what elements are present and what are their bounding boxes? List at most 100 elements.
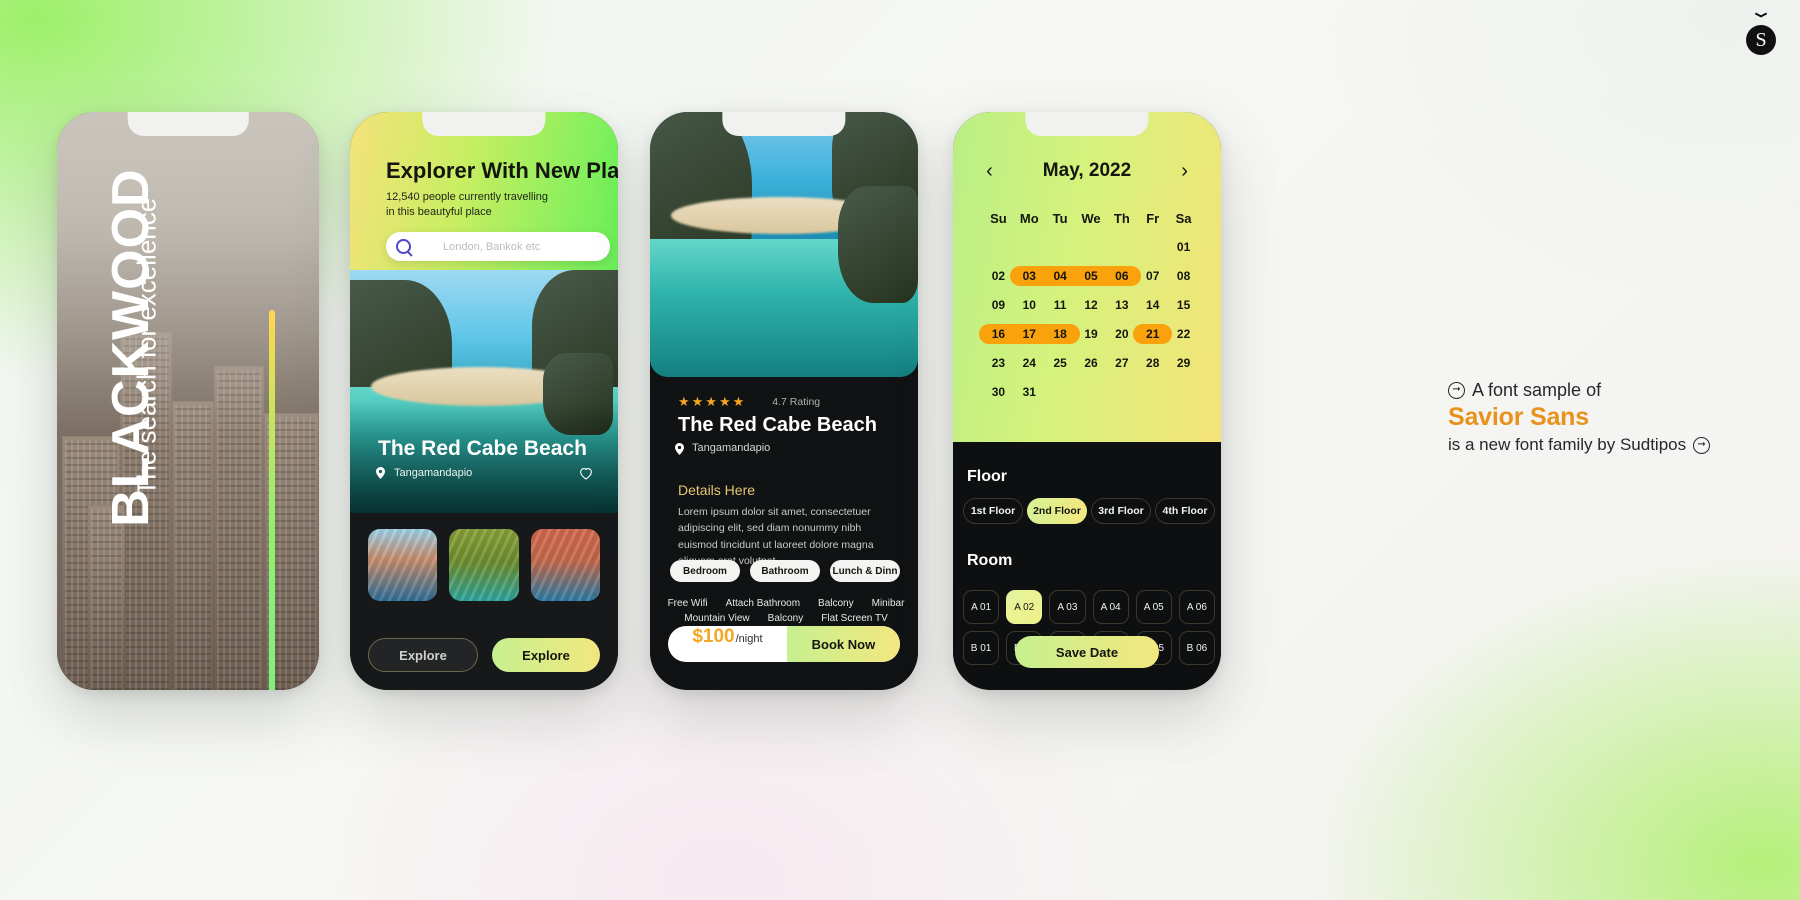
building (88, 505, 126, 690)
poster-canvas: S BLACKWOOD The search for excellence WW… (0, 0, 1800, 900)
room-option[interactable]: A 02 (1006, 590, 1043, 624)
calendar-week-row: 16 17 18 19 20 21 22 (979, 324, 1199, 344)
calendar-dow: Th (1113, 210, 1130, 226)
calendar-day[interactable]: 25 (1045, 353, 1076, 373)
calendar-day-empty (1168, 382, 1199, 402)
phone-notch (422, 112, 546, 136)
floor-heading: Floor (967, 468, 1007, 485)
calendar-week-row: 02 03 04 05 06 07 08 (983, 266, 1199, 286)
thumbnail-item[interactable] (368, 529, 438, 601)
calendar-day[interactable]: 31 (1014, 382, 1045, 402)
font-note-line1: ➞ A font sample of (1448, 380, 1768, 401)
calendar-day[interactable]: 10 (1014, 295, 1045, 315)
calendar-day[interactable]: 08 (1168, 266, 1199, 286)
explore-primary-button[interactable]: Explore (492, 638, 600, 672)
app-tagline: The search for excellence (131, 197, 162, 496)
calendar-day[interactable]: 09 (983, 295, 1014, 315)
font-sample-note: ➞ A font sample of Savior Sans is a new … (1448, 380, 1768, 455)
accent-bar (269, 310, 275, 690)
font-note-text3: is a new font family by Sudtipos (1448, 435, 1687, 454)
phone-booking-screen: ‹ May, 2022 › Su Mo Tu We Th Fr Sa 01 02 03 04 05 06… (953, 112, 1221, 690)
calendar-day[interactable]: 24 (1014, 353, 1045, 373)
explore-button-row: Explore Explore (368, 638, 600, 672)
price-book-bar: $100 /night Book Now (668, 626, 900, 662)
calendar-day-empty (1045, 237, 1076, 257)
calendar-day[interactable]: 11 (1045, 295, 1076, 315)
calendar-week-row: 09 10 11 12 13 14 15 (983, 295, 1199, 315)
calendar-day[interactable]: 16 (983, 324, 1014, 344)
detail-chip[interactable]: Lunch & Dinn (830, 560, 900, 582)
price-unit: /night (735, 633, 763, 645)
calendar-day[interactable]: 07 (1137, 266, 1168, 286)
calendar-day-empty (1106, 382, 1137, 402)
floor-option[interactable]: 1st Floor (963, 498, 1023, 524)
room-option[interactable]: A 01 (963, 590, 1000, 624)
detail-hero-photo (650, 112, 918, 377)
explore-title: Explorer With New Places (386, 158, 618, 183)
calendar-day[interactable]: 19 (1076, 324, 1107, 344)
calendar-dow: Sa (1175, 210, 1192, 226)
calendar-day[interactable]: 27 (1106, 353, 1137, 373)
detail-title: The Red Cabe Beach (678, 414, 877, 436)
calendar-day[interactable]: 14 (1137, 295, 1168, 315)
font-note-line3: is a new font family by Sudtipos ➞ (1448, 435, 1768, 455)
thumbnail-item[interactable] (530, 529, 600, 601)
calendar-day[interactable]: 03 (1014, 266, 1045, 286)
calendar-day[interactable]: 28 (1137, 353, 1168, 373)
room-option[interactable]: A 04 (1092, 590, 1129, 624)
calendar-grid: Su Mo Tu We Th Fr Sa 01 02 03 04 05 06 07 08 09 10 11 12 13… (979, 208, 1199, 411)
save-date-button[interactable]: Save Date (1015, 636, 1159, 668)
phone-explore-screen: Explorer With New Places 12,540 people c… (350, 112, 618, 690)
calendar-day[interactable]: 05 (1076, 266, 1107, 286)
calendar-day-empty (1014, 237, 1045, 257)
explore-subtitle: 12,540 people currently travelling in th… (386, 191, 549, 218)
logo-letter: S (1746, 25, 1776, 55)
search-bar[interactable]: London, Bankok etc (386, 232, 610, 261)
calendar-day[interactable]: 29 (1168, 353, 1199, 373)
calendar-day[interactable]: 01 (1168, 237, 1199, 257)
calendar-day[interactable]: 13 (1106, 295, 1137, 315)
calendar-dow-row: Su Mo Tu We Th Fr Sa (983, 208, 1199, 228)
book-now-button[interactable]: Book Now (786, 626, 900, 662)
thumbnail-row (368, 529, 600, 601)
detail-chip[interactable]: Bathroom (750, 560, 820, 582)
detail-chip[interactable]: Bedroom (670, 560, 740, 582)
amenity-item: Mountain View (684, 613, 750, 624)
city-photo (57, 112, 319, 690)
floor-option[interactable]: 3rd Floor (1091, 498, 1151, 524)
calendar-day[interactable]: 06 (1106, 266, 1137, 286)
calendar-day[interactable]: 12 (1076, 295, 1107, 315)
amenity-item: Minibar (871, 598, 905, 609)
calendar-day-empty (1076, 237, 1107, 257)
calendar-day[interactable]: 04 (1045, 266, 1076, 286)
calendar-day[interactable]: 17 (1014, 324, 1045, 344)
floor-option[interactable]: 4th Floor (1155, 498, 1215, 524)
amenity-item: Free Wifi (667, 598, 708, 609)
calendar-day[interactable]: 15 (1168, 295, 1199, 315)
explore-secondary-button[interactable]: Explore (368, 638, 478, 672)
arrow-right-circle-icon: ➞ (1448, 382, 1465, 399)
calendar-day[interactable]: 30 (983, 382, 1014, 402)
floor-option[interactable]: 2nd Floor (1027, 498, 1087, 524)
calendar-day[interactable]: 21 (1137, 324, 1168, 344)
font-note-text1: A font sample of (1472, 380, 1602, 400)
calendar-day[interactable]: 23 (983, 353, 1014, 373)
room-option[interactable]: A 05 (1135, 590, 1172, 624)
calendar-day[interactable]: 22 (1168, 324, 1199, 344)
room-option[interactable]: A 06 (1178, 590, 1215, 624)
favorite-heart-icon[interactable] (578, 465, 594, 481)
search-icon (396, 239, 411, 254)
calendar-day-empty (1137, 237, 1168, 257)
room-option[interactable]: B 06 (1178, 631, 1215, 665)
search-input[interactable]: London, Bankok etc (443, 241, 540, 253)
room-option[interactable]: A 03 (1049, 590, 1086, 624)
calendar-dow: Su (990, 210, 1007, 226)
calendar-day[interactable]: 18 (1045, 324, 1076, 344)
calendar-day[interactable]: 26 (1076, 353, 1107, 373)
room-option[interactable]: B 01 (963, 631, 1000, 665)
prev-month-button[interactable]: ‹ (986, 161, 993, 181)
calendar-day[interactable]: 02 (983, 266, 1014, 286)
next-month-button[interactable]: › (1181, 161, 1188, 181)
thumbnail-item[interactable] (449, 529, 519, 601)
calendar-day[interactable]: 20 (1106, 324, 1137, 344)
